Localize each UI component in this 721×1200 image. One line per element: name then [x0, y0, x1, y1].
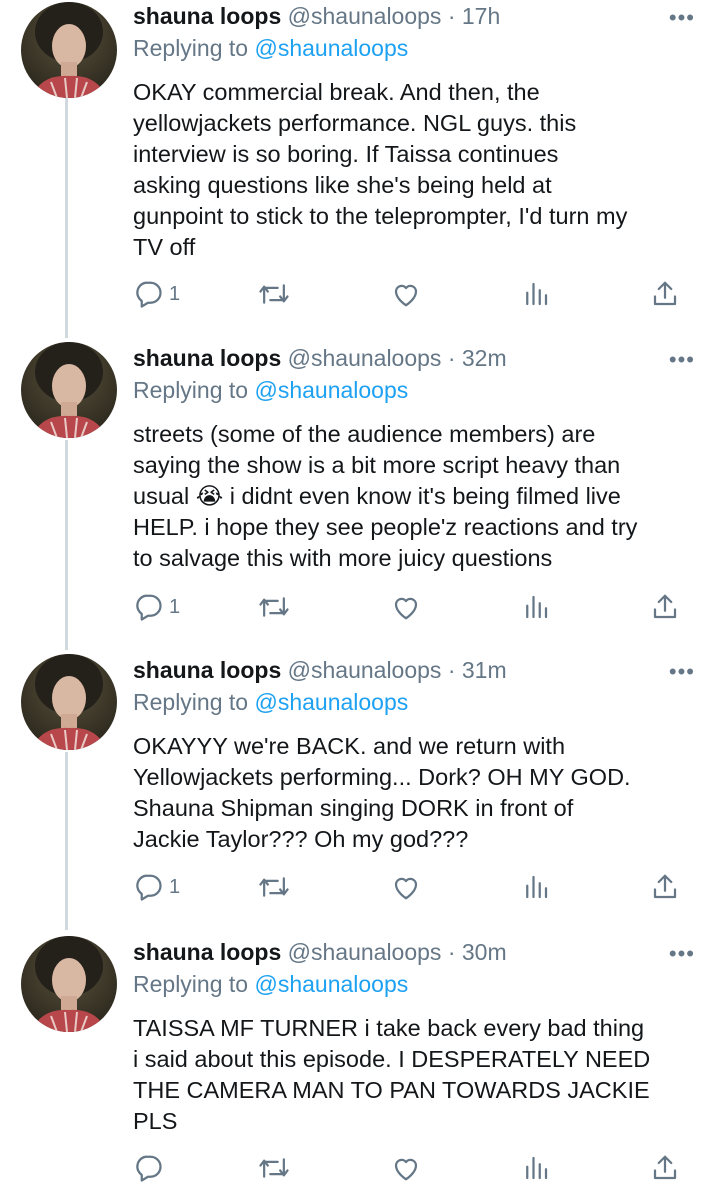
- timestamp[interactable]: 17h: [462, 3, 500, 29]
- like-button[interactable]: [391, 590, 421, 624]
- analytics-icon: [526, 875, 548, 899]
- separator: ·: [447, 345, 456, 371]
- retweet-icon: [259, 1158, 289, 1178]
- analytics-button[interactable]: [521, 1151, 551, 1185]
- tweet-actions: [133, 1151, 693, 1185]
- tweet-actions: 1: [133, 590, 693, 624]
- separator: ·: [447, 939, 456, 965]
- avatar[interactable]: [21, 342, 117, 438]
- like-button[interactable]: [391, 870, 421, 904]
- reply-button[interactable]: 1: [133, 277, 180, 311]
- replying-prefix: Replying to: [133, 689, 249, 715]
- reply-count: 1: [169, 875, 181, 898]
- replying-prefix: Replying to: [133, 971, 249, 997]
- reply-icon: [136, 281, 162, 308]
- tweet-text: streets (some of the audience members) a…: [133, 421, 638, 571]
- share-icon: [653, 874, 677, 899]
- share-icon: [653, 1155, 677, 1180]
- replying-to: Replying to @shaunaloops: [133, 32, 701, 64]
- tweet[interactable]: shauna loops @shaunaloops · 31m Replying…: [0, 652, 721, 922]
- analytics-button[interactable]: [521, 870, 551, 904]
- tweet[interactable]: shauna loops @shaunaloops · 32m Replying…: [0, 340, 721, 640]
- more-options-icon[interactable]: •••: [669, 661, 695, 683]
- like-icon: [394, 284, 418, 307]
- author-name[interactable]: shauna loops: [133, 3, 281, 29]
- replying-handle-link[interactable]: @shaunaloops: [254, 971, 408, 997]
- avatar[interactable]: [21, 2, 117, 98]
- tweet-text: OKAYYY we're BACK. and we return with Ye…: [133, 733, 631, 852]
- share-icon: [653, 281, 677, 306]
- tweet-header: shauna loops @shaunaloops · 32m: [133, 342, 701, 374]
- tweet-header: shauna loops @shaunaloops · 17h: [133, 0, 701, 32]
- analytics-button[interactable]: [521, 277, 551, 311]
- avatar[interactable]: [21, 936, 117, 1032]
- retweet-icon: [259, 877, 289, 897]
- analytics-icon: [526, 1156, 548, 1180]
- like-button[interactable]: [391, 277, 421, 311]
- analytics-button[interactable]: [521, 590, 551, 624]
- separator: ·: [447, 657, 456, 683]
- reply-icon: [136, 1155, 162, 1182]
- reply-button[interactable]: 1: [133, 590, 180, 624]
- separator: ·: [447, 3, 456, 29]
- more-options-icon[interactable]: •••: [669, 943, 695, 965]
- more-options-icon[interactable]: •••: [669, 349, 695, 371]
- replying-to: Replying to @shaunaloops: [133, 968, 701, 1000]
- reply-icon: [136, 594, 162, 621]
- timestamp[interactable]: 32m: [462, 345, 507, 371]
- share-button[interactable]: [650, 590, 680, 624]
- share-button[interactable]: [650, 277, 680, 311]
- replying-prefix: Replying to: [133, 35, 249, 61]
- analytics-icon: [526, 595, 548, 619]
- tweet-actions: 1: [133, 870, 693, 904]
- reply-count: 1: [169, 595, 181, 618]
- reply-button[interactable]: 1: [133, 870, 180, 904]
- tweet-header: shauna loops @shaunaloops · 31m: [133, 654, 701, 686]
- replying-prefix: Replying to: [133, 377, 249, 403]
- author-name[interactable]: shauna loops: [133, 939, 281, 965]
- replying-handle-link[interactable]: @shaunaloops: [254, 377, 408, 403]
- retweet-button[interactable]: [258, 590, 290, 624]
- replying-handle-link[interactable]: @shaunaloops: [254, 35, 408, 61]
- avatar[interactable]: [21, 654, 117, 750]
- author-name[interactable]: shauna loops: [133, 657, 281, 683]
- reply-count: 1: [169, 282, 181, 305]
- tweet[interactable]: shauna loops @shaunaloops · 17h Replying…: [0, 0, 721, 330]
- author-name[interactable]: shauna loops: [133, 345, 281, 371]
- replying-to: Replying to @shaunaloops: [133, 686, 701, 718]
- like-icon: [394, 877, 418, 900]
- like-icon: [394, 1158, 418, 1181]
- share-button[interactable]: [650, 870, 680, 904]
- analytics-icon: [526, 282, 548, 306]
- tweet-text: OKAY commercial break. And then, the yel…: [133, 79, 628, 260]
- retweet-button[interactable]: [258, 870, 290, 904]
- author-handle[interactable]: @shaunaloops: [288, 939, 442, 965]
- share-button[interactable]: [650, 1151, 680, 1185]
- author-handle[interactable]: @shaunaloops: [288, 3, 442, 29]
- retweet-button[interactable]: [258, 277, 290, 311]
- more-options-icon[interactable]: •••: [669, 7, 695, 29]
- timestamp[interactable]: 30m: [462, 939, 507, 965]
- retweet-icon: [259, 284, 289, 304]
- author-handle[interactable]: @shaunaloops: [288, 657, 442, 683]
- author-handle[interactable]: @shaunaloops: [288, 345, 442, 371]
- timestamp[interactable]: 31m: [462, 657, 507, 683]
- share-icon: [653, 594, 677, 619]
- replying-to: Replying to @shaunaloops: [133, 374, 701, 406]
- tweet-actions: 1: [133, 277, 693, 311]
- reply-icon: [136, 874, 162, 901]
- tweet[interactable]: shauna loops @shaunaloops · 30m Replying…: [0, 934, 721, 1200]
- tweet-text: TAISSA MF TURNER i take back every bad t…: [133, 1015, 651, 1134]
- like-icon: [394, 597, 418, 620]
- like-button[interactable]: [391, 1151, 421, 1185]
- replying-handle-link[interactable]: @shaunaloops: [254, 689, 408, 715]
- retweet-button[interactable]: [258, 1151, 290, 1185]
- tweet-header: shauna loops @shaunaloops · 30m: [133, 936, 701, 968]
- reply-button[interactable]: [133, 1151, 169, 1185]
- retweet-icon: [259, 597, 289, 617]
